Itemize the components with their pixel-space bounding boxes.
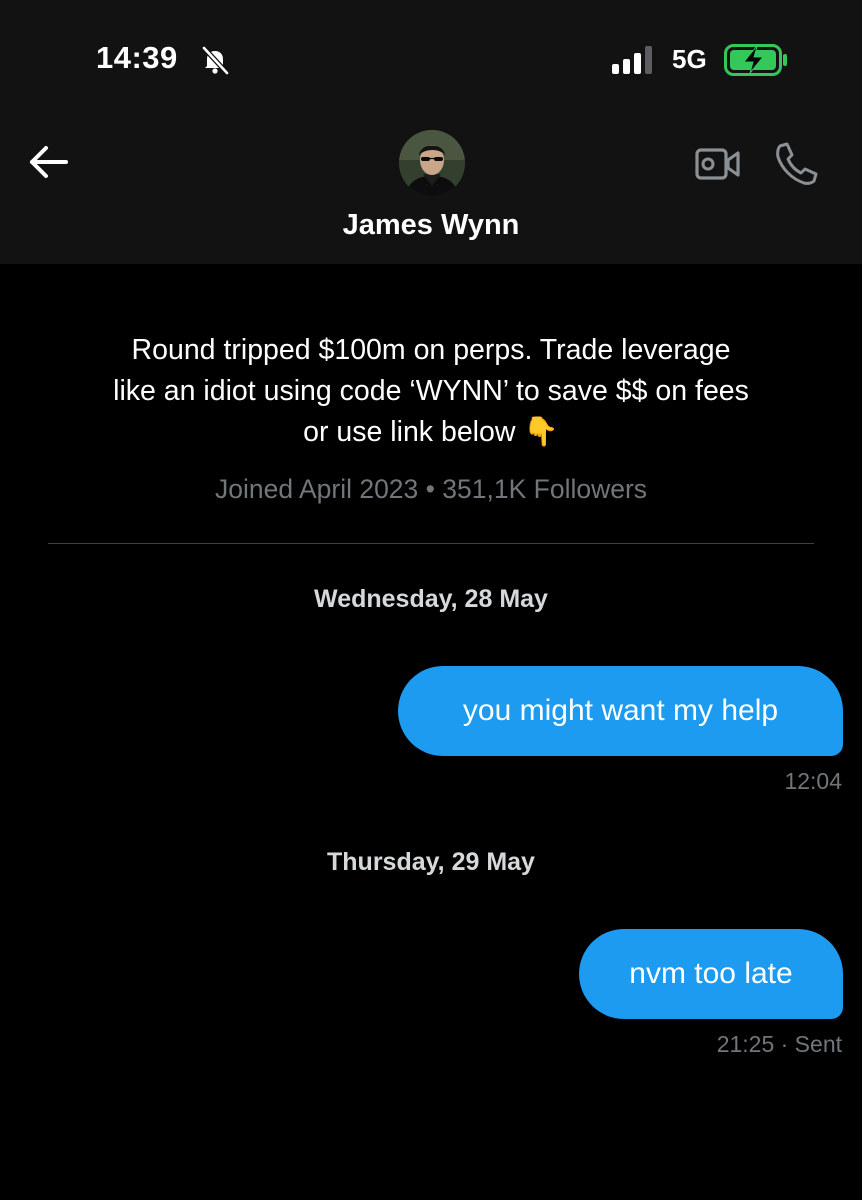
video-camera-icon[interactable] [694,143,742,185]
signal-bars-icon [612,46,652,74]
message-timestamp: 21:25 · Sent [716,1031,842,1057]
sent-message-bubble[interactable]: you might want my help [398,666,843,756]
back-arrow-icon[interactable] [26,142,72,182]
profile-meta: Joined April 2023 • 351,1K Followers [214,474,648,504]
date-separator: Thursday, 29 May [327,848,535,876]
message-timestamp: 12:04 [784,768,842,794]
divider [48,543,814,544]
avatar-portrait-icon [399,130,465,196]
bio-line: or use link below 👇 [303,416,559,448]
battery-charging-icon [724,44,787,76]
contact-name[interactable]: James Wynn [0,209,862,242]
status-time: 14:39 [96,40,178,75]
phone-icon[interactable] [774,140,820,186]
bio-line: Round tripped $100m on perps. Trade leve… [131,334,731,366]
bell-slash-icon [202,46,229,75]
avatar[interactable] [399,130,465,196]
sent-message-bubble[interactable]: nvm too late [579,929,843,1019]
profile-bio: Round tripped $100m on perps. Trade leve… [40,330,822,453]
date-separator: Wednesday, 28 May [314,585,548,613]
network-type: 5G [672,44,707,74]
bio-line: like an idiot using code ‘WYNN’ to save … [113,375,749,407]
